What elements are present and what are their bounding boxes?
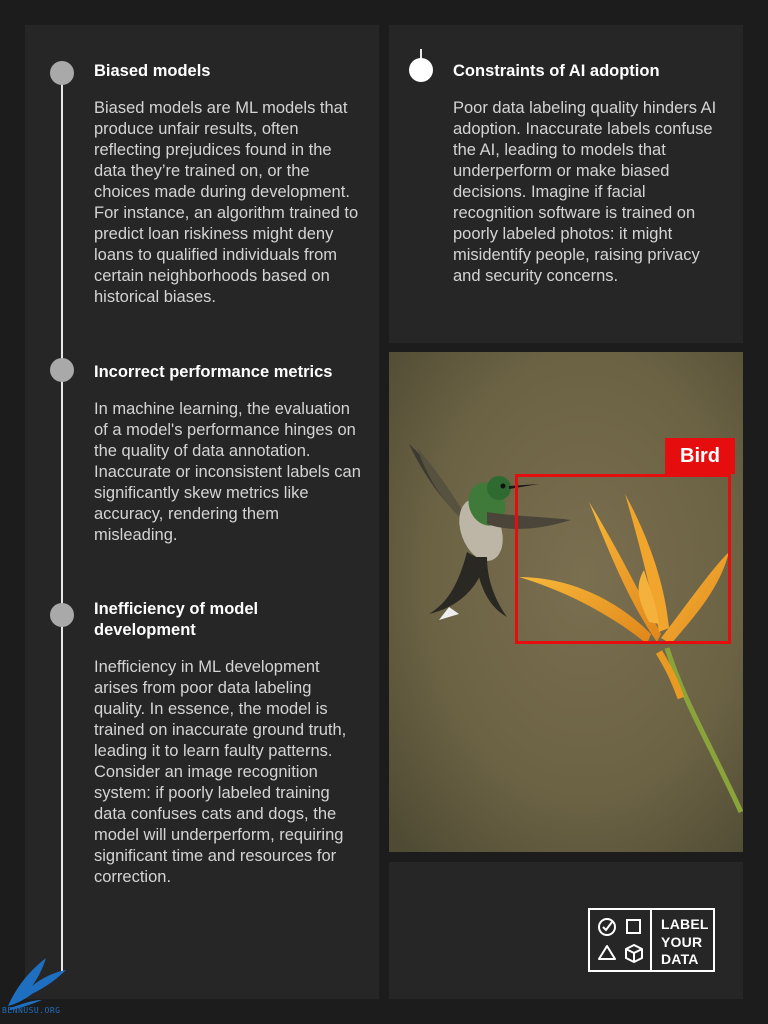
item-body-incorrect-metrics: In machine learning, the evaluation of a…: [94, 400, 361, 544]
bounding-box: [515, 474, 731, 644]
cube-icon: [625, 944, 643, 963]
item-body-biased-models: Biased models are ML models that produce…: [94, 99, 359, 306]
logo-icon-grid: [590, 910, 652, 970]
item-body-inefficiency: Inefficiency in ML development arises fr…: [94, 658, 347, 886]
bounding-box-label: Bird: [665, 438, 735, 474]
logo-line-1: LABEL: [661, 916, 709, 932]
logo-wordmark: LABEL YOUR DATA: [652, 910, 713, 970]
item-body-constraints: Poor data labeling quality hinders AI ad…: [453, 99, 717, 285]
logo-panel: LABEL YOUR DATA: [389, 862, 743, 999]
timeline-dot: [50, 603, 74, 627]
timeline-dot: [50, 61, 74, 85]
logo-line-3: DATA: [661, 951, 699, 967]
item-heading-constraints: Constraints of AI adoption: [453, 62, 660, 80]
check-circle-icon: [598, 918, 616, 936]
timeline-line: [61, 73, 63, 973]
constraints-panel: Constraints of AI adoption Poor data lab…: [389, 25, 743, 343]
triangle-icon: [598, 945, 616, 960]
item-heading-inefficiency: Inefficiency of model development: [94, 600, 259, 639]
watermark-text: BENNUSU.ORG: [2, 1006, 61, 1015]
timeline-dot: [409, 58, 433, 82]
hummingbird-photo: Bird: [389, 352, 743, 852]
item-heading-incorrect-metrics: Incorrect performance metrics: [94, 363, 333, 381]
item-heading-biased-models: Biased models: [94, 62, 211, 80]
logo-line-2: YOUR: [661, 933, 703, 950]
timeline-dot: [50, 358, 74, 382]
timeline-panel: Biased models Biased models are ML model…: [25, 25, 379, 999]
label-your-data-logo: LABEL YOUR DATA: [588, 908, 715, 972]
square-icon: [626, 919, 641, 934]
